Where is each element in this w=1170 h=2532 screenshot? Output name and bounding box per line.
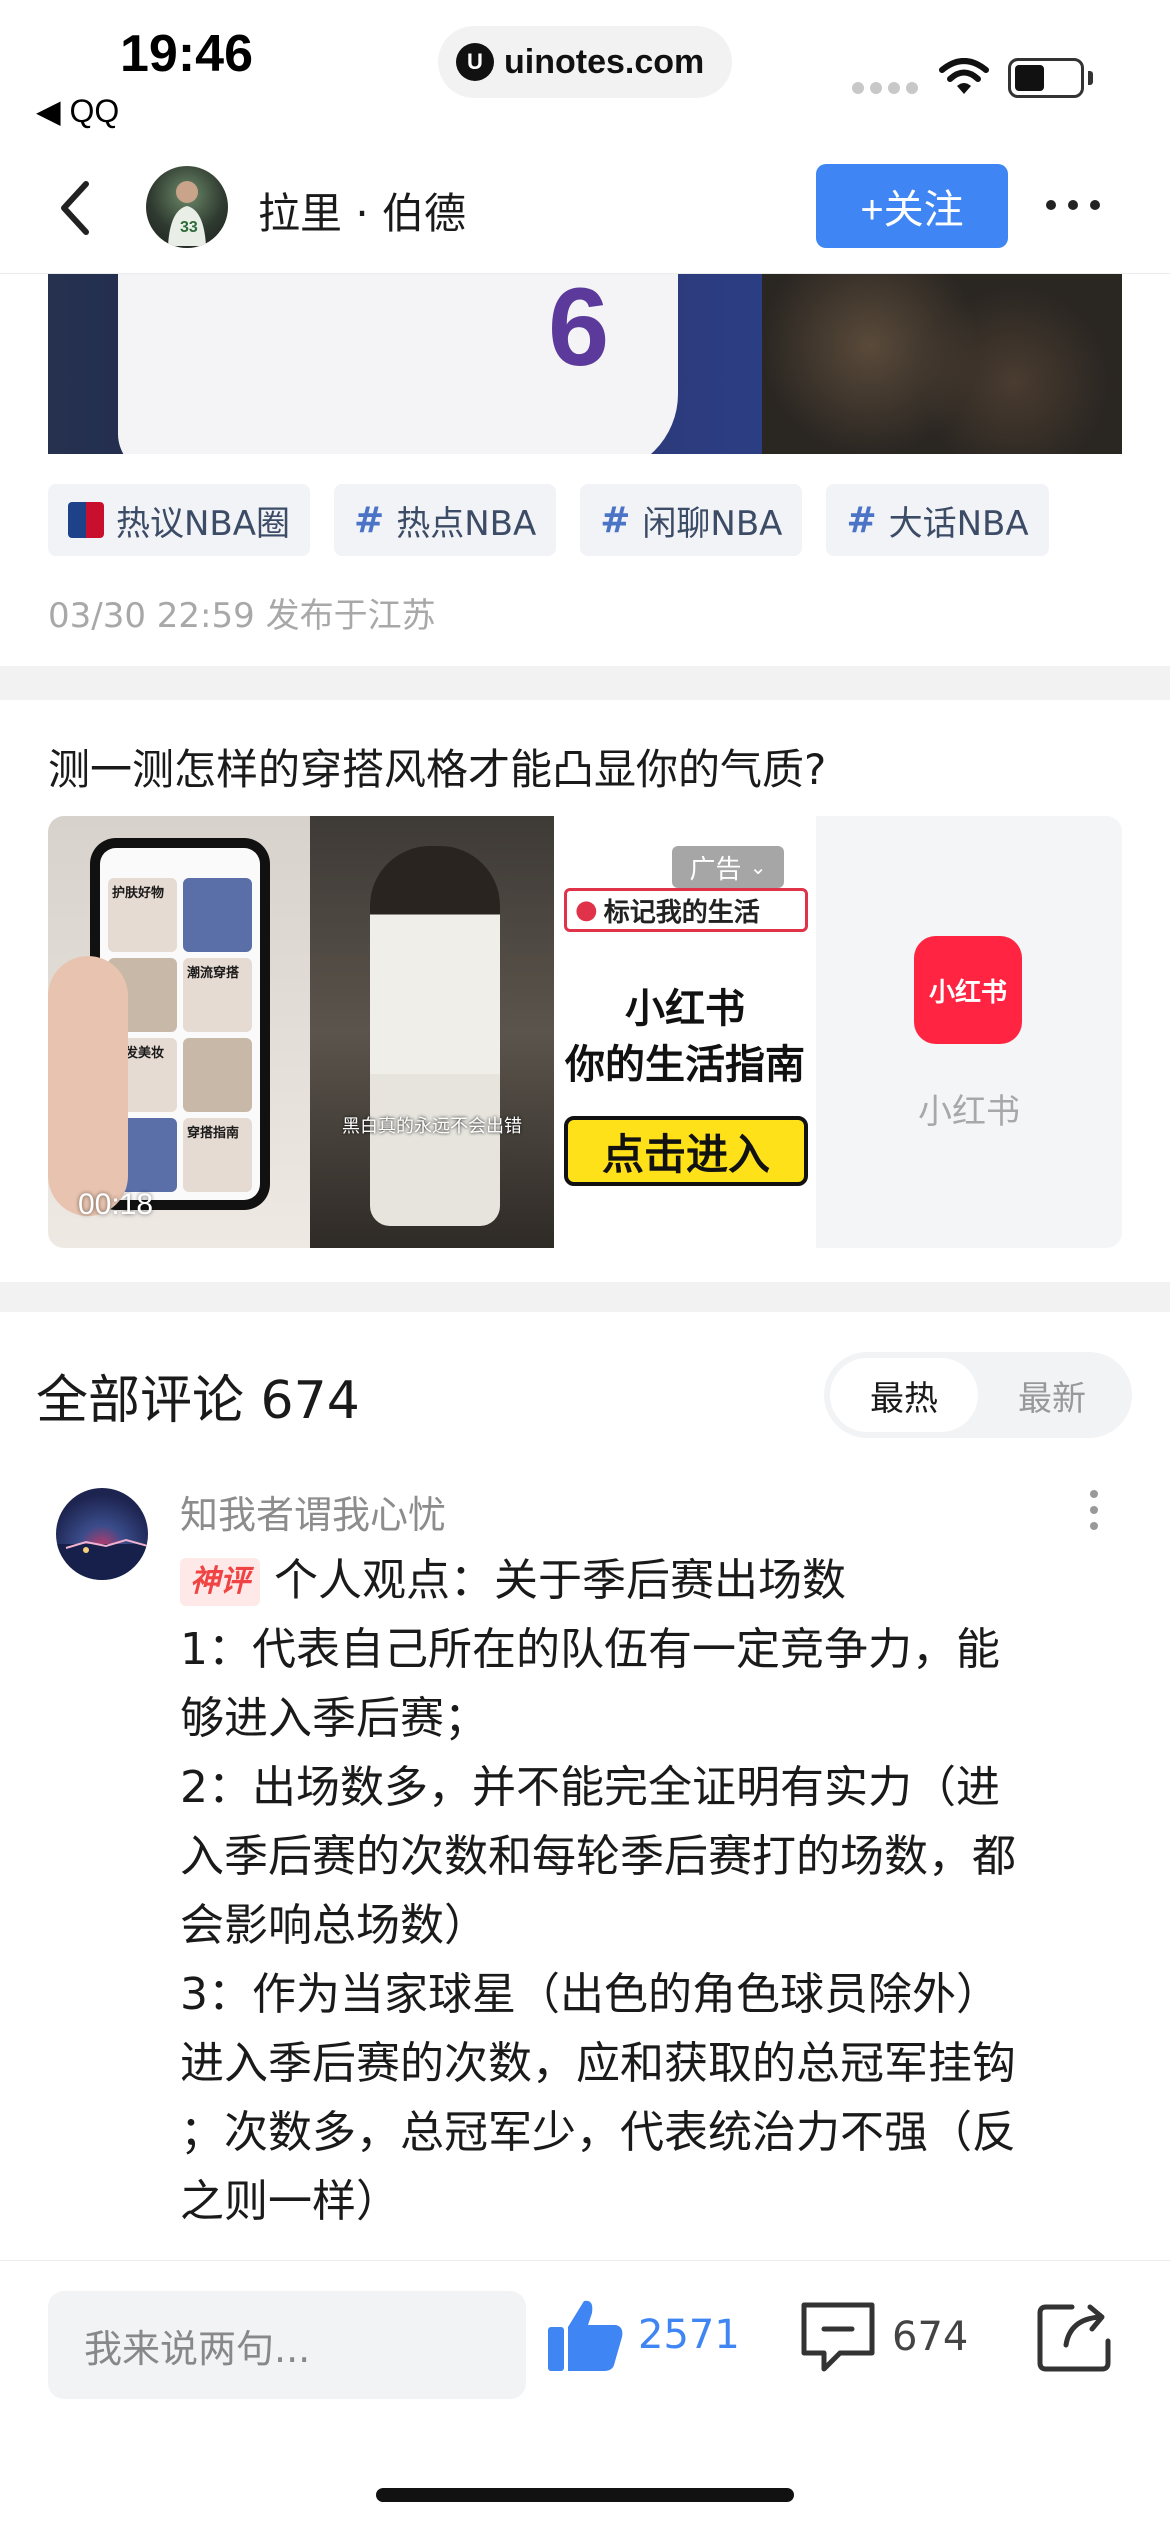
comment-line: 会影响总场数） — [180, 1900, 488, 1951]
comment-button[interactable]: 674 — [800, 2301, 968, 2373]
tag-label: 大话NBA — [888, 503, 1029, 544]
tag-label: 热议NBA圈 — [116, 503, 291, 544]
post-date: 03/30 22:59 发布于江苏 — [48, 596, 436, 636]
top-comment-badge: 神评 — [180, 1558, 260, 1606]
site-logo-icon: U — [456, 43, 494, 81]
home-indicator[interactable] — [376, 2488, 794, 2502]
post-image[interactable]: 6 — [48, 274, 1122, 454]
brand-name: 小红书 — [918, 1092, 1020, 1132]
location-label: ● 标记我的生活 — [564, 888, 808, 932]
author-avatar[interactable]: 33 — [146, 166, 228, 248]
more-options-icon[interactable] — [1046, 200, 1100, 210]
topic-tags: 热议NBA圈 # 热点NBA # 闲聊NBA # 大话NBA — [48, 484, 1049, 556]
section-divider — [0, 1282, 1170, 1312]
mute-icon[interactable] — [742, 1184, 786, 1228]
battery-icon — [1008, 58, 1084, 98]
author-name[interactable]: 拉里 · 伯德 — [258, 180, 466, 241]
comment-more-icon[interactable] — [1090, 1490, 1098, 1530]
thumbs-up-icon — [548, 2300, 623, 2371]
back-to-app-link[interactable]: ◀ QQ — [36, 92, 119, 130]
section-divider — [0, 666, 1170, 700]
image-caption: 黑白真的永远不会出错 — [342, 1116, 522, 1137]
back-arrow-icon[interactable] — [52, 178, 102, 238]
sort-hot-button[interactable]: 最热 — [830, 1358, 978, 1432]
like-button[interactable]: 2571 — [546, 2297, 740, 2373]
tag-talk-nba[interactable]: # 大话NBA — [826, 484, 1049, 556]
post-header: 33 拉里 · 伯德 +关注 — [0, 150, 1170, 274]
sort-new-button[interactable]: 最新 — [978, 1358, 1126, 1432]
svg-text:33: 33 — [180, 219, 198, 236]
ad-brand-card[interactable]: 小红书 小红书 — [816, 816, 1122, 1248]
comment-count: 674 — [892, 2314, 969, 2360]
model-figure — [370, 846, 500, 1226]
ad-banner[interactable]: 护肤好物 潮流穿搭 美发美妆 穿搭指南 00:18 黑白真的永远不会出错 广告 … — [48, 816, 1122, 1248]
comment-line: 够进入季后赛； — [180, 1693, 488, 1744]
commenter-name[interactable]: 知我者谓我心忧 — [180, 1484, 446, 1539]
hash-icon: # — [600, 499, 631, 541]
hash-icon: # — [354, 499, 385, 541]
tag-label: 闲聊NBA — [642, 503, 783, 544]
url-text: uinotes.com — [504, 42, 705, 81]
tag-chat-nba[interactable]: # 闲聊NBA — [580, 484, 803, 556]
share-icon[interactable] — [1036, 2301, 1114, 2373]
phone-tag: 穿搭指南 — [183, 1118, 252, 1192]
chevron-down-icon: ⌄ — [749, 855, 767, 879]
follow-button[interactable]: +关注 — [816, 164, 1008, 248]
slogan-line: 你的生活指南 — [565, 1042, 805, 1088]
slogan-line: 小红书 — [625, 986, 745, 1032]
status-time: 19:46 — [120, 25, 253, 83]
comment-line: 1：代表自己所在的队伍有一定竞争力，能 — [180, 1624, 1000, 1675]
jersey-number: 6 — [548, 274, 610, 389]
location-pin-icon: ● — [575, 895, 598, 925]
phone-tag: 潮流穿搭 — [183, 958, 252, 1032]
ad-promo-card[interactable]: 广告 ⌄ ● 标记我的生活 小红书 你的生活指南 点击进入 — [554, 816, 816, 1248]
hash-icon: # — [846, 499, 877, 541]
comment-line: 入季后赛的次数和每轮季后赛打的场数，都 — [180, 1831, 1016, 1882]
signal-icon — [852, 82, 918, 94]
xiaohongshu-logo-icon: 小红书 — [914, 936, 1022, 1044]
wifi-icon — [939, 58, 989, 94]
enter-button[interactable]: 点击进入 — [564, 1116, 808, 1186]
comment-line: ；次数多，总冠军少，代表统治力不强（反 — [180, 2107, 1016, 2158]
tag-nba-circle[interactable]: 热议NBA圈 — [48, 484, 311, 556]
comment-input[interactable]: 我来说两句... — [48, 2291, 526, 2399]
comment-line: 进入季后赛的次数，应和获取的总冠军挂钩 — [180, 2038, 1016, 2089]
video-duration: 00:18 — [78, 1188, 154, 1221]
comment-line: 之则一样） — [180, 2176, 400, 2227]
comments-title: 全部评论 674 — [36, 1371, 360, 1431]
status-bar: 19:46 ◀ QQ U uinotes.com — [0, 0, 1170, 150]
ad-fashion-image[interactable]: 黑白真的永远不会出错 — [310, 816, 554, 1248]
ad-badge[interactable]: 广告 ⌄ — [672, 846, 784, 888]
nba-logo-icon — [68, 502, 104, 538]
comment-sort-toggle: 最热 最新 — [824, 1352, 1132, 1438]
crowd-background — [762, 274, 1122, 454]
ad-video-thumb[interactable]: 护肤好物 潮流穿搭 美发美妆 穿搭指南 00:18 — [48, 816, 310, 1248]
url-pill[interactable]: U uinotes.com — [438, 26, 732, 98]
comment-line: 3：作为当家球星（出色的角色球员除外） — [180, 1969, 1000, 2020]
comment-line: 2：出场数多，并不能完全证明有实力（进 — [180, 1762, 1000, 1813]
hand-graphic — [48, 956, 128, 1216]
comment-line: 个人观点：关于季后赛出场数 — [274, 1555, 846, 1606]
comment-bubble-icon — [801, 2302, 875, 2372]
commenter-avatar[interactable] — [56, 1488, 148, 1580]
like-count: 2571 — [638, 2312, 740, 2358]
ad-title[interactable]: 测一测怎样的穿搭风格才能凸显你的气质? — [48, 736, 826, 797]
phone-tag: 护肤好物 — [108, 878, 177, 952]
tag-hot-nba[interactable]: # 热点NBA — [334, 484, 557, 556]
tag-label: 热点NBA — [396, 503, 537, 544]
comment-body: 神评 个人观点：关于季后赛出场数 1：代表自己所在的队伍有一定竞争力，能 够进入季… — [180, 1546, 1120, 2236]
